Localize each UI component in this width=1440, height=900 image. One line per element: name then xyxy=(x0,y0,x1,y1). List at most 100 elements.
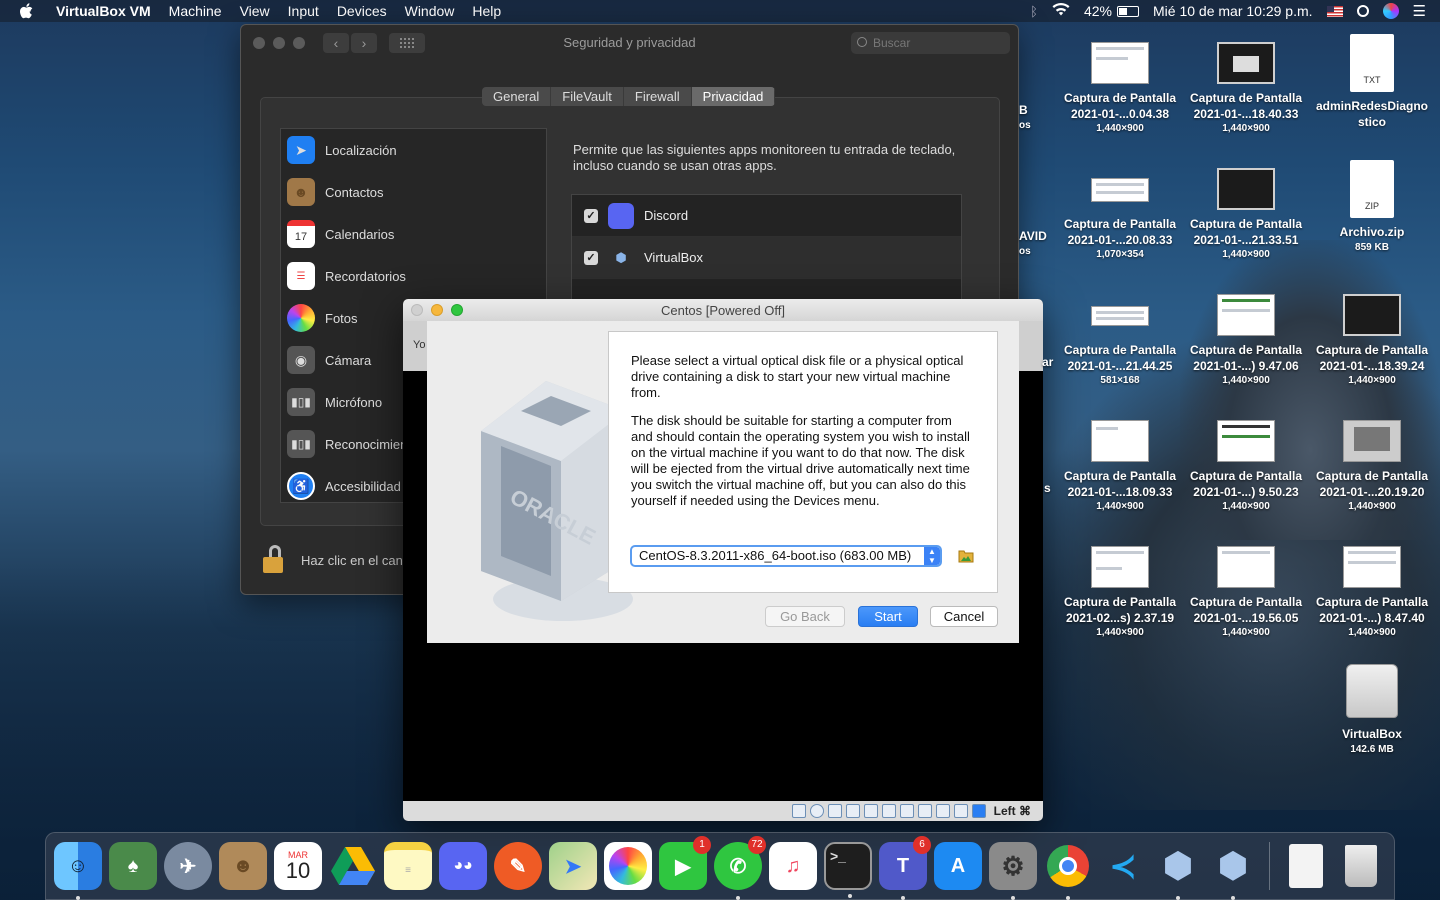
minimize-button[interactable] xyxy=(431,304,443,316)
bluetooth-icon[interactable]: ᛒ xyxy=(1030,4,1038,19)
menu-machine[interactable]: Machine xyxy=(160,3,231,19)
desktop-file[interactable]: Captura de Pantalla 2021-01-...21.33.51 1,… xyxy=(1183,168,1309,262)
apple-icon[interactable] xyxy=(19,3,37,19)
notes-icon[interactable]: ≡ xyxy=(384,842,432,890)
menu-view[interactable]: View xyxy=(231,3,279,19)
downloads-stack-icon[interactable] xyxy=(1282,842,1330,890)
hard-disk-icon[interactable] xyxy=(791,804,806,818)
tab-privacidad[interactable]: Privacidad xyxy=(691,87,776,106)
usb-icon[interactable] xyxy=(863,804,878,818)
maps-icon[interactable]: ➤ xyxy=(549,842,597,890)
cpu-icon[interactable] xyxy=(935,804,950,818)
app-row-virtualbox[interactable]: ✓ ⬢ VirtualBox xyxy=(572,237,961,279)
chevron-updown-icon[interactable]: ▲ ▼ xyxy=(924,547,940,565)
solitaire-icon[interactable]: ♠ xyxy=(109,842,157,890)
system-preferences-icon[interactable]: ⚙ xyxy=(989,842,1037,900)
desktop-file[interactable]: ZIP Archivo.zip 859 KB xyxy=(1309,160,1435,256)
menu-app-name[interactable]: VirtualBox VM xyxy=(47,3,160,19)
minimize-button[interactable] xyxy=(273,37,285,49)
desktop-file[interactable]: Captura de Pantalla 2021-01-...) 9.47.06 1… xyxy=(1183,294,1309,388)
desktop-file[interactable]: Captura de Pantalla 2021-01-...) 9.50.23 1… xyxy=(1183,420,1309,514)
desktop-file[interactable]: Captura de Pantalla 2021-01-...) 8.47.40 1… xyxy=(1309,546,1435,640)
discord-icon[interactable]: ◕◕ xyxy=(439,842,487,890)
app-row-discord[interactable]: ✓ Discord xyxy=(572,195,961,237)
clock[interactable]: Mié 10 de mar 10:29 p.m. xyxy=(1153,3,1313,19)
category-contactos[interactable]: ☻ Contactos xyxy=(281,171,546,213)
desktop-file[interactable]: Captura de Pantalla 2021-01-...20.08.33 1,… xyxy=(1057,168,1183,262)
wifi-icon[interactable] xyxy=(1052,3,1070,19)
battery-icon[interactable] xyxy=(1117,5,1140,17)
whatsapp-icon[interactable]: ✆ 72 xyxy=(714,836,766,900)
zoom-button[interactable] xyxy=(293,37,305,49)
shared-folders-icon[interactable] xyxy=(881,804,896,818)
desktop-file[interactable]: Captura de Pantalla 2021-01-...21.44.25 58… xyxy=(1057,294,1183,388)
show-all-grid-icon[interactable] xyxy=(389,33,425,53)
calendar-icon[interactable]: MAR 10 xyxy=(274,842,322,890)
google-drive-icon[interactable] xyxy=(329,842,377,890)
desktop-file[interactable]: TXT adminRedesDiagno stico xyxy=(1309,34,1435,130)
facetime-icon[interactable]: ▶ 1 xyxy=(659,836,711,890)
contacts-icon[interactable]: ☻ xyxy=(219,842,267,890)
desktop-file[interactable]: Captura de Pantalla 2021-01-...0.04.38 1,4… xyxy=(1057,42,1183,136)
tab-general[interactable]: General xyxy=(482,87,552,106)
lock-row[interactable]: Haz clic en el candado para hacer cambio… xyxy=(263,545,404,575)
dock-separator xyxy=(1269,842,1270,890)
desktop-file[interactable]: Captura de Pantalla 2021-01-...18.09.33 1,… xyxy=(1057,420,1183,514)
close-button[interactable] xyxy=(253,37,265,49)
go-back-button[interactable]: Go Back xyxy=(765,606,845,627)
flag-icon[interactable] xyxy=(1326,5,1343,17)
audio-icon[interactable] xyxy=(827,804,842,818)
category-localizacion[interactable]: ➤ Localización xyxy=(281,129,546,171)
category-calendarios[interactable]: 17 Calendarios xyxy=(281,213,546,255)
back-icon[interactable]: ‹ xyxy=(323,33,349,53)
finder-icon[interactable]: ☺ xyxy=(54,842,102,900)
microphone-waveform-icon: ▮▯▮ xyxy=(287,388,315,416)
disk-selector[interactable]: CentOS-8.3.2011-x86_64-boot.iso (683.00 … xyxy=(630,545,942,567)
music-icon[interactable]: ♫ xyxy=(769,842,817,890)
desktop-file[interactable]: Captura de Pantalla 2021-01-...18.39.24 1,… xyxy=(1309,294,1435,388)
menu-input[interactable]: Input xyxy=(279,3,328,19)
close-button[interactable] xyxy=(411,304,423,316)
choose-disk-folder-icon[interactable] xyxy=(958,549,974,563)
desktop-file[interactable]: Captura de Pantalla 2021-01-...19.56.05 1,… xyxy=(1183,546,1309,640)
spotlight-icon[interactable] xyxy=(1356,5,1369,17)
photos-icon[interactable] xyxy=(604,842,652,890)
category-recordatorios[interactable]: ☰ Recordatorios xyxy=(281,255,546,297)
vscode-icon[interactable]: ≺ xyxy=(1099,842,1147,890)
trash-icon[interactable] xyxy=(1337,842,1385,890)
cancel-button[interactable]: Cancel xyxy=(930,606,998,627)
checkbox-virtualbox[interactable]: ✓ xyxy=(584,250,598,265)
virtualbox-vm-icon[interactable]: ⬢ xyxy=(1209,842,1257,900)
checkbox-discord[interactable]: ✓ xyxy=(584,208,598,223)
mouse-integration-icon[interactable] xyxy=(953,804,968,818)
tab-firewall[interactable]: Firewall xyxy=(624,87,692,106)
control-center-icon[interactable]: ☰ xyxy=(1413,2,1426,20)
virtualbox-icon[interactable]: ⬢ xyxy=(1154,842,1202,900)
desktop-file[interactable]: Captura de Pantalla 2021-02...s) 2.37.19 1… xyxy=(1057,546,1183,640)
launchpad-icon[interactable]: ✈ xyxy=(164,842,212,890)
desktop-file[interactable]: Captura de Pantalla 2021-01-...20.19.20 1,… xyxy=(1309,420,1435,514)
keyboard-capture-icon[interactable] xyxy=(971,804,986,818)
siri-icon[interactable] xyxy=(1382,3,1399,19)
menu-devices[interactable]: Devices xyxy=(328,3,396,19)
zoom-button[interactable] xyxy=(451,304,463,316)
menu-window[interactable]: Window xyxy=(396,3,464,19)
location-arrow-icon: ➤ xyxy=(287,136,315,164)
teams-icon[interactable]: T6 xyxy=(879,836,931,900)
optical-drive-icon[interactable] xyxy=(809,804,824,818)
chrome-icon[interactable] xyxy=(1044,842,1092,900)
padlock-icon[interactable] xyxy=(263,545,285,575)
terminal-icon[interactable]: >_ xyxy=(824,842,872,898)
video-capture-icon[interactable] xyxy=(917,804,932,818)
desktop-file[interactable]: Captura de Pantalla 2021-01-...18.40.33 1,… xyxy=(1183,42,1309,136)
postman-icon[interactable]: ✎ xyxy=(494,842,542,890)
forward-icon[interactable]: › xyxy=(351,33,377,53)
start-button[interactable]: Start xyxy=(858,606,918,627)
search-input[interactable]: Buscar xyxy=(851,32,1010,54)
app-store-icon[interactable]: A xyxy=(934,842,982,890)
desktop-disk-image[interactable]: VirtualBox 142.6 MB xyxy=(1309,664,1435,758)
menu-help[interactable]: Help xyxy=(463,3,510,19)
network-icon[interactable] xyxy=(845,804,860,818)
tab-filevault[interactable]: FileVault xyxy=(551,87,624,106)
display-icon[interactable] xyxy=(899,804,914,818)
